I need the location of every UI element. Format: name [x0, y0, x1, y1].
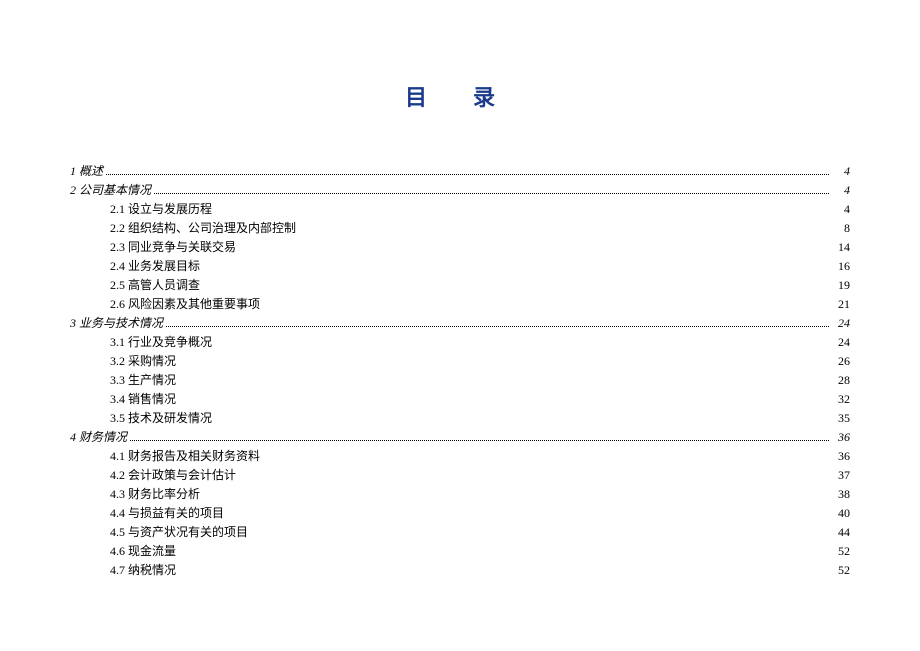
toc-entry: 3.2 采购情况 26	[70, 352, 850, 370]
toc-entry-label: 2.5 高管人员调查	[70, 276, 200, 294]
toc-entry-label: 2.1 设立与发展历程	[70, 200, 212, 218]
toc-entry: 4.6 现金流量 52	[70, 542, 850, 560]
toc-entry: 3 业务与技术情况 24	[70, 314, 850, 332]
toc-entry: 4.1 财务报告及相关财务资料 36	[70, 447, 850, 465]
toc-entry: 4.4 与损益有关的项目 40	[70, 504, 850, 522]
toc-entry-label: 2 公司基本情况	[70, 181, 151, 199]
toc-entry-label: 1 概述	[70, 162, 103, 180]
toc-entry-page: 44	[832, 523, 850, 541]
toc-entry: 2.4 业务发展目标 16	[70, 257, 850, 275]
toc-dots-leader	[154, 193, 829, 194]
toc-dots-leader	[130, 440, 829, 441]
toc-entry-label: 3.3 生产情况	[70, 371, 176, 389]
table-of-contents: 1 概述42 公司基本情况42.1 设立与发展历程42.2 组织结构、公司治理及…	[70, 162, 850, 579]
toc-entry: 4.7 纳税情况 52	[70, 561, 850, 579]
toc-entry: 4.5 与资产状况有关的项目 44	[70, 523, 850, 541]
toc-entry-label: 3.2 采购情况	[70, 352, 176, 370]
toc-entry: 3.3 生产情况 28	[70, 371, 850, 389]
toc-dots-leader	[106, 174, 829, 175]
toc-entry-page: 4	[832, 200, 850, 218]
toc-entry-label: 4.7 纳税情况	[70, 561, 176, 579]
toc-entry-page: 16	[832, 257, 850, 275]
toc-entry: 3.4 销售情况 32	[70, 390, 850, 408]
toc-entry-label: 3 业务与技术情况	[70, 314, 163, 332]
toc-entry-label: 4.1 财务报告及相关财务资料	[70, 447, 260, 465]
toc-entry: 2 公司基本情况 4	[70, 181, 850, 199]
toc-entry-page: 4	[832, 162, 850, 180]
toc-entry: 3.5 技术及研发情况 35	[70, 409, 850, 427]
toc-entry-label: 4.6 现金流量	[70, 542, 176, 560]
toc-entry-page: 21	[832, 295, 850, 313]
toc-entry-label: 2.3 同业竞争与关联交易	[70, 238, 236, 256]
toc-entry-page: 32	[832, 390, 850, 408]
toc-entry-page: 4	[832, 181, 850, 199]
toc-entry: 4 财务情况 36	[70, 428, 850, 446]
toc-entry-page: 28	[832, 371, 850, 389]
toc-entry: 2.6 风险因素及其他重要事项 21	[70, 295, 850, 313]
toc-entry-label: 2.6 风险因素及其他重要事项	[70, 295, 260, 313]
toc-entry: 4.2 会计政策与会计估计 37	[70, 466, 850, 484]
toc-entry-label: 4.4 与损益有关的项目	[70, 504, 224, 522]
toc-title: 目 录	[70, 80, 850, 112]
toc-entry-label: 3.1 行业及竞争概况	[70, 333, 212, 351]
toc-entry-page: 36	[832, 428, 850, 446]
toc-entry-page: 52	[832, 561, 850, 579]
toc-entry-label: 4 财务情况	[70, 428, 127, 446]
toc-entry: 2.1 设立与发展历程 4	[70, 200, 850, 218]
toc-entry-label: 4.3 财务比率分析	[70, 485, 200, 503]
toc-entry: 2.5 高管人员调查 19	[70, 276, 850, 294]
toc-entry-label: 4.5 与资产状况有关的项目	[70, 523, 248, 541]
toc-entry-page: 38	[832, 485, 850, 503]
toc-entry-label: 2.2 组织结构、公司治理及内部控制	[70, 219, 296, 237]
toc-entry: 2.3 同业竞争与关联交易 14	[70, 238, 850, 256]
toc-entry-page: 40	[832, 504, 850, 522]
toc-entry-page: 36	[832, 447, 850, 465]
toc-entry-page: 24	[832, 314, 850, 332]
toc-entry-page: 37	[832, 466, 850, 484]
toc-entry-page: 26	[832, 352, 850, 370]
toc-entry-label: 3.4 销售情况	[70, 390, 176, 408]
toc-entry-page: 19	[832, 276, 850, 294]
toc-entry-label: 2.4 业务发展目标	[70, 257, 200, 275]
toc-entry-page: 24	[832, 333, 850, 351]
toc-entry: 1 概述 4	[70, 162, 850, 180]
toc-entry-label: 4.2 会计政策与会计估计	[70, 466, 236, 484]
toc-entry-label: 3.5 技术及研发情况	[70, 409, 212, 427]
toc-entry-page: 35	[832, 409, 850, 427]
toc-dots-leader	[166, 326, 829, 327]
toc-entry-page: 52	[832, 542, 850, 560]
toc-entry: 2.2 组织结构、公司治理及内部控制 8	[70, 219, 850, 237]
toc-entry-page: 14	[832, 238, 850, 256]
toc-entry-page: 8	[832, 219, 850, 237]
toc-entry: 3.1 行业及竞争概况 24	[70, 333, 850, 351]
toc-entry: 4.3 财务比率分析 38	[70, 485, 850, 503]
